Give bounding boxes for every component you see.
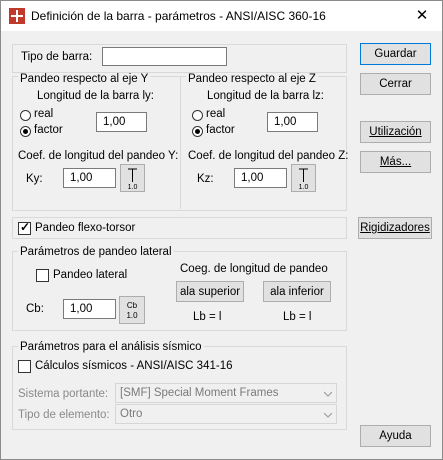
- groupZ-real-label[interactable]: real: [206, 108, 225, 120]
- groupY-k-label: Ky:: [26, 173, 43, 185]
- tipo-elemento-value: Otro: [120, 408, 143, 420]
- group-divider: [180, 76, 181, 209]
- lateral-checkbox[interactable]: [36, 269, 49, 282]
- cb-label: Cb:: [26, 303, 44, 315]
- ala-inferior-button[interactable]: ala inferior: [263, 281, 331, 302]
- app-icon: [9, 8, 25, 24]
- cerrar-button[interactable]: Cerrar: [360, 73, 431, 95]
- guardar-button[interactable]: Guardar: [360, 43, 431, 65]
- sistema-label: Sistema portante:: [18, 388, 109, 400]
- flexo-checkbox[interactable]: [18, 220, 31, 235]
- groupY-longitud: Longitud de la barra ly:: [37, 90, 154, 102]
- cb-icon-top: Cb: [127, 301, 138, 310]
- groupY-factor-input[interactable]: 1,00: [96, 112, 147, 132]
- coeg-label: Coeg. de longitud de pandeo: [180, 263, 328, 275]
- flexo-label[interactable]: Pandeo flexo-torsor: [35, 222, 135, 234]
- close-icon[interactable]: ✕: [412, 6, 432, 26]
- dialog-window: Definición de la barra - parámetros - AN…: [0, 0, 443, 460]
- groupY-factor-label[interactable]: factor: [34, 124, 63, 136]
- utilizacion-label: Utilización: [369, 126, 422, 138]
- tipo-label: Tipo de barra:: [21, 51, 93, 63]
- tipo-input[interactable]: [102, 47, 227, 66]
- column-buckling-icon: 1.0: [128, 168, 138, 191]
- groupZ-factor-radio[interactable]: [192, 126, 203, 137]
- groupY-coef-label: Coef. de longitud del pandeo Y:: [18, 150, 179, 162]
- sismico-checkbox[interactable]: [18, 360, 31, 373]
- ala-superior-button[interactable]: ala superior: [176, 281, 244, 302]
- groupY-k-input[interactable]: 1,00: [63, 168, 116, 188]
- groupY-real-label[interactable]: real: [34, 108, 53, 120]
- mas-label: Más...: [379, 156, 412, 168]
- sismico-calc-label[interactable]: Cálculos sísmicos - ANSI/AISC 341-16: [35, 360, 233, 372]
- groupZ-icon-text: 1.0: [299, 184, 309, 191]
- groupY-factor-radio[interactable]: [20, 126, 31, 137]
- cb-icon-bottom: 1.0: [126, 311, 138, 320]
- groupY-k-icon-button[interactable]: 1.0: [120, 164, 145, 192]
- lb-superior: Lb = l: [193, 311, 222, 323]
- sistema-select[interactable]: [SMF] Special Moment Frames: [115, 383, 337, 403]
- cb-icon: Cb 1.0: [126, 301, 138, 320]
- window-title: Definición de la barra - parámetros - AN…: [31, 9, 326, 23]
- cb-input[interactable]: 1,00: [63, 299, 116, 319]
- utilizacion-button[interactable]: Utilización: [360, 121, 431, 143]
- lateral-title: Parámetros de pandeo lateral: [18, 246, 174, 258]
- lb-inferior: Lb = l: [283, 311, 312, 323]
- sismico-title: Parámetros para el análisis sísmico: [18, 341, 204, 353]
- groupZ-longitud: Longitud de la barra lz:: [207, 90, 324, 102]
- groupZ-k-label: Kz:: [197, 173, 214, 185]
- tipo-elemento-label: Tipo de elemento:: [18, 409, 110, 421]
- tipo-elemento-select[interactable]: Otro: [115, 404, 337, 424]
- rigidizadores-button[interactable]: Rigidizadores: [358, 217, 432, 239]
- groupY-title: Pandeo respecto al eje Y: [18, 73, 151, 85]
- groupZ-factor-input[interactable]: 1,00: [267, 112, 318, 132]
- groupZ-title: Pandeo respecto al eje Z: [186, 73, 318, 85]
- groupY-icon-text: 1.0: [128, 184, 138, 191]
- title-bar: Definición de la barra - parámetros - AN…: [1, 1, 442, 31]
- groupY-real-radio[interactable]: [20, 110, 31, 121]
- groupZ-k-input[interactable]: 1,00: [234, 168, 287, 188]
- column-buckling-icon: 1.0: [299, 168, 309, 191]
- lateral-label[interactable]: Pandeo lateral: [53, 269, 127, 281]
- ayuda-button[interactable]: Ayuda: [360, 425, 431, 447]
- cb-icon-button[interactable]: Cb 1.0: [119, 296, 145, 324]
- mas-button[interactable]: Más...: [360, 151, 431, 173]
- rigidizadores-label: Rigidizadores: [360, 222, 430, 234]
- groupZ-k-icon-button[interactable]: 1.0: [291, 164, 316, 192]
- groupZ-coef-label: Coef. de longitud del pandeo Z:: [188, 150, 349, 162]
- sistema-value: [SMF] Special Moment Frames: [120, 387, 279, 399]
- chevron-down-icon: [324, 412, 332, 418]
- groupZ-factor-label[interactable]: factor: [206, 124, 235, 136]
- chevron-down-icon: [324, 391, 332, 397]
- groupZ-real-radio[interactable]: [192, 110, 203, 121]
